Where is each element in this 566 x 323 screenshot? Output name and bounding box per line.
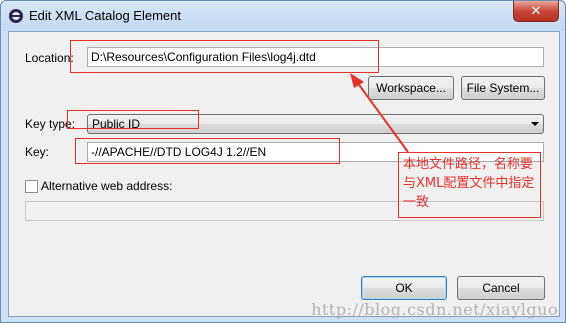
watermark: http://blog.csdn.net/xiaylguo <box>311 300 558 319</box>
annotation-note: 本地文件路径，名称要与XML配置文件中指定一致 <box>398 152 541 218</box>
arrow-head-icon <box>350 73 364 88</box>
arrow-line <box>356 81 409 153</box>
